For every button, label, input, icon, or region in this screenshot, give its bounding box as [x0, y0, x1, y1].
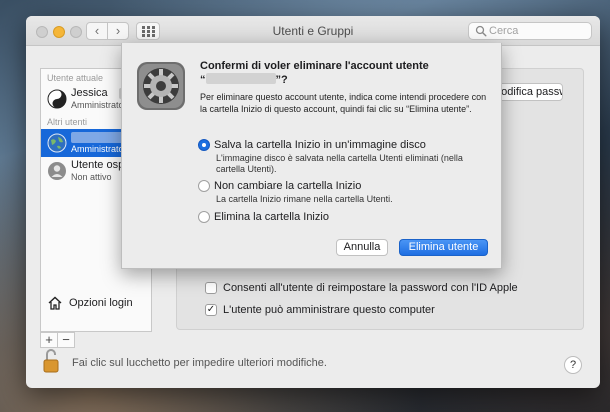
search-box[interactable] — [468, 22, 592, 40]
delete-user-button[interactable]: Elimina utente — [399, 239, 488, 256]
redacted-account-name — [205, 73, 276, 84]
allow-admin-label: L'utente può amministrare questo compute… — [223, 304, 435, 316]
search-icon — [475, 25, 487, 37]
add-user-button[interactable]: + — [40, 332, 58, 348]
login-options-label: Opzioni login — [69, 297, 133, 309]
keep-home-folder-radio[interactable] — [198, 180, 210, 192]
keep-home-folder-help: La cartella Inizio rimane nella cartella… — [216, 194, 393, 204]
keep-home-folder-label: Non cambiare la cartella Inizio — [214, 180, 362, 192]
dialog-title-line2: “ ”? — [200, 73, 490, 87]
guest-user-role: Non attivo — [71, 172, 112, 182]
cancel-button[interactable]: Annulla — [336, 239, 388, 256]
reset-with-apple-id-checkbox[interactable] — [205, 282, 217, 294]
dialog-description: Per eliminare questo account utente, ind… — [200, 92, 487, 114]
delete-home-folder-label: Elimina la cartella Inizio — [214, 211, 329, 223]
current-user-section-label: Utente attuale — [47, 73, 104, 83]
search-input[interactable] — [489, 24, 589, 38]
house-icon — [48, 296, 62, 310]
delete-home-folder-radio[interactable] — [198, 211, 210, 223]
delete-user-sheet: Confermi di voler eliminare l'account ut… — [121, 43, 502, 269]
yin-yang-avatar-icon — [47, 89, 67, 109]
dialog-title-quote-open: “ — [200, 74, 206, 86]
dialog-title-line1: Confermi di voler eliminare l'account ut… — [200, 60, 429, 72]
save-disk-image-label: Salva la cartella Inizio in un'immagine … — [214, 139, 426, 151]
remove-user-button[interactable]: − — [57, 332, 75, 348]
lock-hint-text: Fai clic sul lucchetto per impedire ulte… — [72, 357, 327, 369]
lock-area: Fai clic sul lucchetto per impedire ulte… — [42, 348, 342, 374]
other-users-section-label: Altri utenti — [47, 117, 88, 127]
dialog-title-quote-close: ”? — [275, 74, 288, 86]
allow-admin-checkbox[interactable]: ✓ — [205, 304, 217, 316]
person-avatar-icon — [48, 162, 66, 180]
dialog-title: Confermi di voler eliminare l'account ut… — [200, 60, 490, 87]
reset-with-apple-id-label: Consenti all'utente di reimpostare la pa… — [223, 282, 518, 294]
save-disk-image-radio[interactable] — [198, 139, 210, 151]
system-preferences-gear-icon — [137, 62, 185, 110]
login-options-item[interactable]: Opzioni login — [41, 291, 151, 317]
unlocked-padlock-icon[interactable] — [42, 348, 62, 374]
sidebar-footer: + − — [40, 332, 152, 348]
current-user-name: Jessica — [71, 87, 108, 99]
globe-avatar-icon — [47, 133, 67, 153]
save-disk-image-help: L'immagine disco è salvata nella cartell… — [216, 153, 463, 174]
help-button[interactable]: ? — [564, 356, 582, 374]
title-bar: ‹ › Utenti e Gruppi — [26, 16, 600, 46]
